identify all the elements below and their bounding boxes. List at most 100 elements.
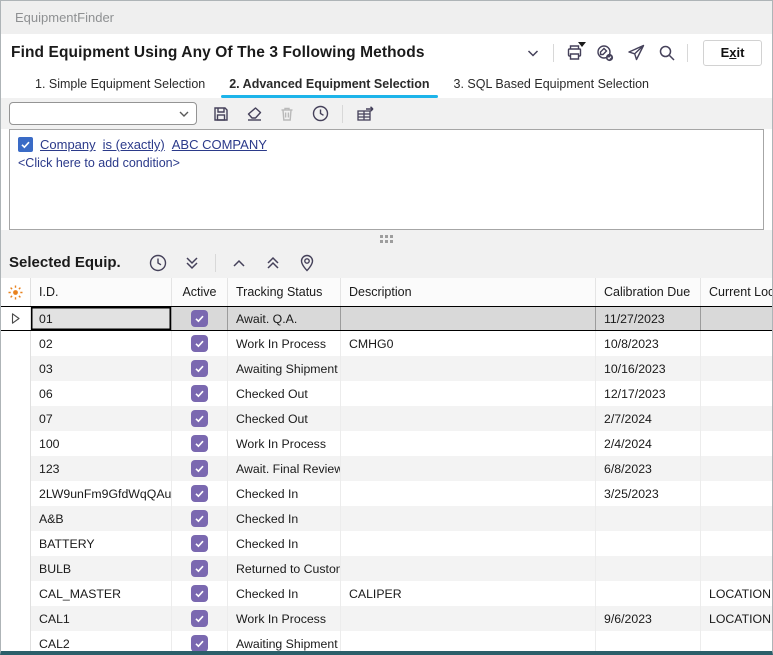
col-header-tracking-status[interactable]: Tracking Status — [228, 278, 341, 306]
cell-active[interactable] — [172, 456, 228, 481]
cell-description[interactable] — [341, 431, 596, 456]
grid-corner-cell[interactable] — [1, 278, 31, 306]
cell-calibration-due[interactable]: 2/4/2024 — [596, 431, 701, 456]
cell-active[interactable] — [172, 431, 228, 456]
cell-calibration-due[interactable]: 10/8/2023 — [596, 331, 701, 356]
col-header-calibration-due[interactable]: Calibration Due — [596, 278, 701, 306]
table-row[interactable]: BATTERY Checked In — [1, 531, 772, 556]
chevron-double-down-icon[interactable] — [181, 252, 203, 274]
row-indicator[interactable] — [1, 581, 31, 606]
cell-calibration-due[interactable]: 10/16/2023 — [596, 356, 701, 381]
cell-id[interactable]: 123 — [31, 456, 172, 481]
cell-id[interactable]: 03 — [31, 356, 172, 381]
active-checkbox[interactable] — [191, 360, 208, 377]
row-indicator[interactable] — [1, 531, 31, 556]
cell-description[interactable] — [341, 556, 596, 581]
cell-current-location[interactable] — [701, 631, 772, 651]
exit-button[interactable]: Exit — [703, 40, 762, 66]
cell-current-location[interactable] — [701, 431, 772, 456]
cell-current-location[interactable] — [701, 556, 772, 581]
cell-tracking-status[interactable]: Work In Process — [228, 431, 341, 456]
row-indicator[interactable] — [1, 356, 31, 381]
cell-current-location[interactable] — [701, 381, 772, 406]
cell-id[interactable]: 02 — [31, 331, 172, 356]
table-row[interactable]: 01 Await. Q.A. 11/27/2023 — [1, 306, 772, 331]
cell-description[interactable] — [341, 381, 596, 406]
table-row[interactable]: CAL2 Awaiting Shipment — [1, 631, 772, 651]
cell-description[interactable] — [341, 481, 596, 506]
grid-export-icon[interactable] — [354, 103, 376, 125]
table-row[interactable]: 100 Work In Process 2/4/2024 — [1, 431, 772, 456]
condition-checkbox[interactable] — [18, 137, 33, 152]
tab-simple-selection[interactable]: 1. Simple Equipment Selection — [23, 72, 217, 98]
table-row[interactable]: CAL1 Work In Process 9/6/2023 LOCATION 1 — [1, 606, 772, 631]
save-icon[interactable] — [210, 103, 232, 125]
active-checkbox[interactable] — [191, 435, 208, 452]
cell-description[interactable] — [341, 307, 596, 330]
table-row[interactable]: 02 Work In Process CMHG0 10/8/2023 — [1, 331, 772, 356]
condition-operator-link[interactable]: is (exactly) — [103, 137, 165, 152]
table-row[interactable]: CAL_MASTER Checked In CALIPER LOCATION 1 — [1, 581, 772, 606]
cell-calibration-due[interactable]: 2/7/2024 — [596, 406, 701, 431]
cell-active[interactable] — [172, 406, 228, 431]
cell-tracking-status[interactable]: Checked In — [228, 581, 341, 606]
row-indicator[interactable] — [1, 606, 31, 631]
table-row[interactable]: 06 Checked Out 12/17/2023 — [1, 381, 772, 406]
cell-description[interactable] — [341, 506, 596, 531]
cell-description[interactable] — [341, 356, 596, 381]
condition-value-link[interactable]: ABC COMPANY — [172, 137, 267, 152]
cell-description[interactable] — [341, 606, 596, 631]
cell-calibration-due[interactable]: 12/17/2023 — [596, 381, 701, 406]
cell-active[interactable] — [172, 506, 228, 531]
active-checkbox[interactable] — [191, 635, 208, 651]
print-icon[interactable] — [563, 42, 585, 64]
row-indicator[interactable] — [1, 456, 31, 481]
cell-description[interactable]: CALIPER — [341, 581, 596, 606]
row-indicator[interactable] — [1, 307, 31, 330]
col-header-active[interactable]: Active — [172, 278, 228, 306]
map-pin-icon[interactable] — [296, 252, 318, 274]
chevron-down-icon[interactable] — [522, 42, 544, 64]
cell-calibration-due[interactable] — [596, 631, 701, 651]
cell-current-location[interactable]: LOCATION 1 — [701, 606, 772, 631]
cell-active[interactable] — [172, 331, 228, 356]
validate-icon[interactable] — [594, 42, 616, 64]
cell-id[interactable]: BATTERY — [31, 531, 172, 556]
cell-current-location[interactable]: LOCATION 1 — [701, 581, 772, 606]
cell-calibration-due[interactable]: 9/6/2023 — [596, 606, 701, 631]
cell-current-location[interactable] — [701, 307, 772, 330]
cell-tracking-status[interactable]: Checked Out — [228, 406, 341, 431]
active-checkbox[interactable] — [191, 310, 208, 327]
cell-active[interactable] — [172, 631, 228, 651]
cell-active[interactable] — [172, 556, 228, 581]
row-indicator[interactable] — [1, 506, 31, 531]
cell-current-location[interactable] — [701, 506, 772, 531]
cell-description[interactable]: CMHG0 — [341, 331, 596, 356]
cell-id[interactable]: 01 — [31, 307, 172, 330]
active-checkbox[interactable] — [191, 335, 208, 352]
table-row[interactable]: 07 Checked Out 2/7/2024 — [1, 406, 772, 431]
table-row[interactable]: 2LW9unFm9GfdWqQAuiF Checked In 3/25/2023 — [1, 481, 772, 506]
cell-current-location[interactable] — [701, 331, 772, 356]
cell-id[interactable]: BULB — [31, 556, 172, 581]
cell-id[interactable]: 100 — [31, 431, 172, 456]
row-indicator[interactable] — [1, 331, 31, 356]
saved-filter-combo[interactable] — [9, 102, 197, 125]
cell-tracking-status[interactable]: Await. Q.A. — [228, 307, 341, 330]
active-checkbox[interactable] — [191, 560, 208, 577]
history-icon[interactable] — [147, 252, 169, 274]
active-checkbox[interactable] — [191, 535, 208, 552]
cell-active[interactable] — [172, 356, 228, 381]
cell-tracking-status[interactable]: Checked Out — [228, 381, 341, 406]
cell-tracking-status[interactable]: Checked In — [228, 481, 341, 506]
saved-filter-input[interactable] — [10, 103, 170, 124]
cell-active[interactable] — [172, 381, 228, 406]
row-indicator[interactable] — [1, 431, 31, 456]
row-indicator[interactable] — [1, 406, 31, 431]
col-header-description[interactable]: Description — [341, 278, 596, 306]
tab-sql-selection[interactable]: 3. SQL Based Equipment Selection — [442, 72, 662, 98]
delete-icon[interactable] — [276, 103, 298, 125]
cell-active[interactable] — [172, 581, 228, 606]
panel-splitter[interactable] — [1, 230, 772, 247]
cell-calibration-due[interactable]: 6/8/2023 — [596, 456, 701, 481]
